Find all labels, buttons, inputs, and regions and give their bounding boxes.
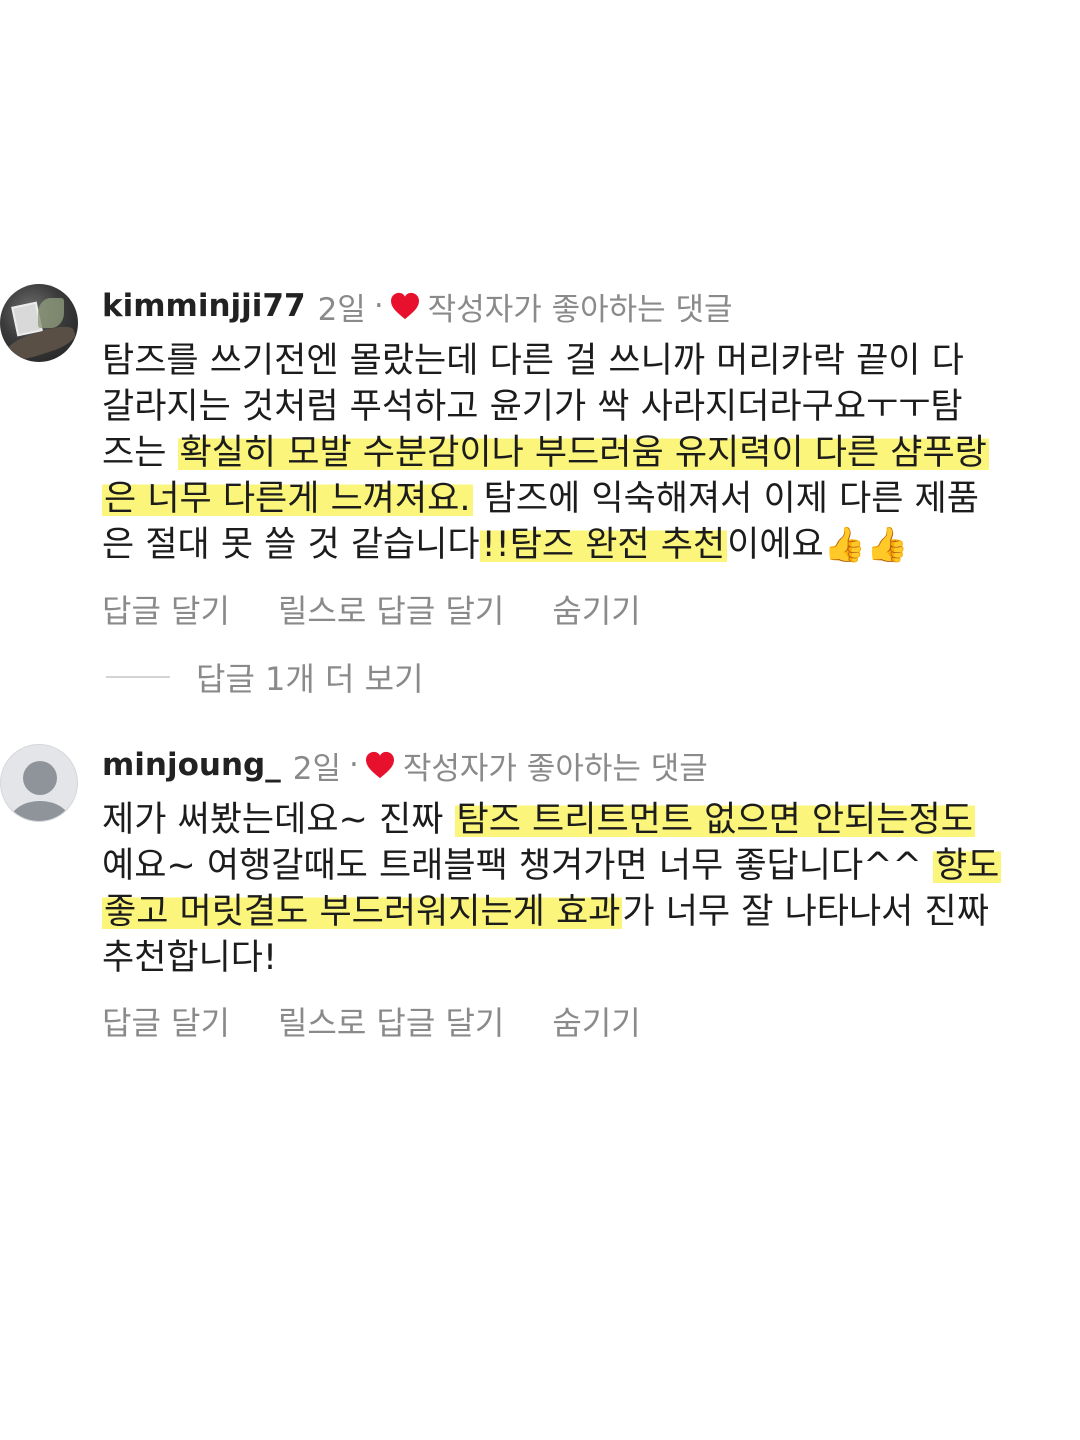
reply-with-reel-button[interactable]: 릴스로 답글 달기 <box>278 998 504 1044</box>
default-avatar-body <box>9 801 71 821</box>
text-segment: 추천합니다! <box>102 938 278 978</box>
divider <box>106 676 170 678</box>
text-segment: 이에요 <box>727 525 824 565</box>
text-segment: 가 너무 잘 나타나서 진짜 <box>622 892 989 932</box>
reply-button[interactable]: 답글 달기 <box>102 586 230 632</box>
avatar-photo-detail <box>38 298 64 328</box>
text-segment: 갈라지는 것처럼 푸석하고 윤기가 싹 사라지더라구요ㅜㅜ탐 <box>102 387 963 427</box>
comment-meta: minjoung_ 2일 · 작성자가 좋아하는 댓글 <box>102 743 708 787</box>
thumbs-up-emoji: 👍👍 <box>823 525 909 565</box>
avatar[interactable] <box>0 284 78 362</box>
comment-line: 은 절대 못 쓸 것 같습니다!!탐즈 완전 추천이에요👍👍 <box>102 522 1052 568</box>
liked-by-author-label: 작성자가 좋아하는 댓글 <box>402 750 708 787</box>
default-avatar-head <box>23 761 57 795</box>
timestamp: 2일 <box>292 750 341 787</box>
view-more-replies-button[interactable]: 답글 1개 더 보기 <box>106 654 424 700</box>
separator: · <box>349 747 359 783</box>
username[interactable]: minjoung_ <box>102 747 281 783</box>
heart-icon <box>365 751 394 779</box>
highlighted-text: 향도 <box>932 846 1002 886</box>
comment-actions: 답글 달기 릴스로 답글 달기 숨기기 <box>102 998 641 1044</box>
comment-line: 추천합니다! <box>102 935 1052 981</box>
heart-icon <box>390 292 419 320</box>
timestamp: 2일 <box>317 291 366 328</box>
comment-line: 예요~ 여행갈때도 트래블팩 챙겨가면 너무 좋답니다^^ 향도 <box>102 843 1052 889</box>
highlighted-text: 은 너무 다른게 느껴져요. <box>102 479 473 519</box>
highlighted-text: 좋고 머릿결도 부드러워지는게 효과 <box>102 892 623 932</box>
liked-by-author-label: 작성자가 좋아하는 댓글 <box>427 291 733 328</box>
separator: · <box>373 288 384 324</box>
hide-button[interactable]: 숨기기 <box>552 998 640 1044</box>
comment-actions: 답글 달기 릴스로 답글 달기 숨기기 <box>102 586 641 632</box>
username[interactable]: kimminjji77 <box>102 288 306 324</box>
comment-line: 은 너무 다른게 느껴져요. 탐즈에 익숙해져서 이제 다른 제품 <box>102 476 1052 522</box>
text-segment: 예요~ 여행갈때도 트래블팩 챙겨가면 너무 좋답니다^^ <box>102 846 933 886</box>
comment-line: 제가 써봤는데요~ 진짜 탐즈 트리트먼트 없으면 안되는정도 <box>102 797 1052 843</box>
hide-button[interactable]: 숨기기 <box>552 586 640 632</box>
highlighted-text: !!탐즈 완전 추천 <box>479 525 728 565</box>
comment-meta: kimminjji77 2일 · 작성자가 좋아하는 댓글 <box>102 284 733 328</box>
comment-line: 갈라지는 것처럼 푸석하고 윤기가 싹 사라지더라구요ㅜㅜ탐 <box>102 384 1052 430</box>
comment-line: 좋고 머릿결도 부드러워지는게 효과가 너무 잘 나타나서 진짜 <box>102 889 1052 935</box>
comment-line: 탐즈를 쓰기전엔 몰랐는데 다른 걸 쓰니까 머리카락 끝이 다 <box>102 338 1052 384</box>
text-segment: 은 절대 못 쓸 것 같습니다 <box>102 525 480 565</box>
comment-text: 탐즈를 쓰기전엔 몰랐는데 다른 걸 쓰니까 머리카락 끝이 다 갈라지는 것처… <box>102 338 1052 568</box>
text-segment: 즈는 <box>102 433 178 473</box>
highlighted-text: 확실히 모발 수분감이나 부드러움 유지력이 다른 샴푸랑 <box>177 433 989 473</box>
text-segment: 제가 써봤는데요~ 진짜 <box>102 800 455 840</box>
reply-button[interactable]: 답글 달기 <box>102 998 230 1044</box>
comment-text: 제가 써봤는데요~ 진짜 탐즈 트리트먼트 없으면 안되는정도 예요~ 여행갈때… <box>102 797 1052 981</box>
view-more-replies-label: 답글 1개 더 보기 <box>196 660 424 698</box>
avatar[interactable] <box>0 744 78 822</box>
comment-line: 즈는 확실히 모발 수분감이나 부드러움 유지력이 다른 샴푸랑 <box>102 430 1052 476</box>
text-segment: 탐즈에 익숙해져서 이제 다른 제품 <box>472 479 979 519</box>
reply-with-reel-button[interactable]: 릴스로 답글 달기 <box>278 586 504 632</box>
text-segment: 탐즈를 쓰기전엔 몰랐는데 다른 걸 쓰니까 머리카락 끝이 다 <box>102 341 964 381</box>
highlighted-text: 탐즈 트리트먼트 없으면 안되는정도 <box>454 800 975 840</box>
